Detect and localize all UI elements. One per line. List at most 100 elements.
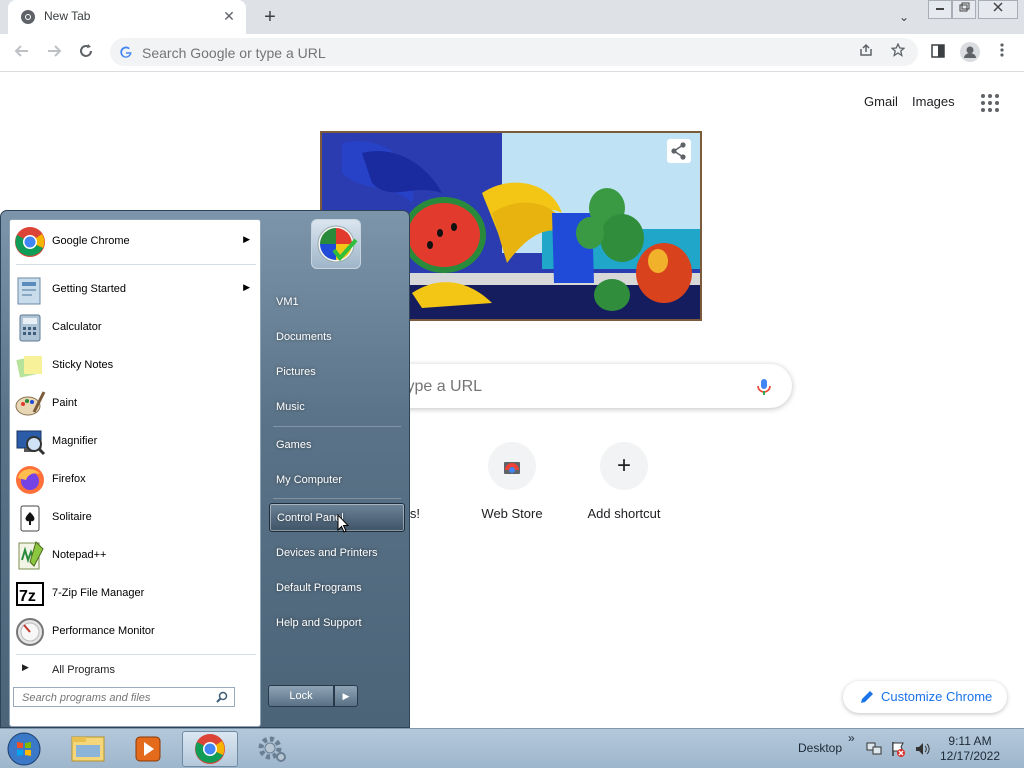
ntp-search-input[interactable]	[400, 376, 704, 398]
desktop-toolbar-label[interactable]: Desktop	[798, 741, 842, 755]
start-link-my-computer[interactable]: My Computer	[269, 467, 405, 493]
start-link-vm1[interactable]: VM1	[269, 289, 405, 315]
start-link-label: Control Panel	[277, 512, 344, 524]
reload-button[interactable]	[74, 41, 98, 65]
shutdown-options-arrow-icon[interactable]: ▶	[334, 685, 358, 707]
side-panel-button[interactable]	[926, 41, 950, 65]
taskbar-clock[interactable]: 9:11 AM 12/17/2022	[935, 734, 1005, 764]
customize-chrome-button[interactable]: Customize Chrome	[843, 681, 1007, 713]
program-label: Performance Monitor	[52, 625, 155, 637]
profile-button[interactable]	[958, 41, 982, 65]
program-firefox[interactable]: Firefox	[12, 462, 258, 498]
side-panel-icon	[931, 44, 945, 58]
program-label: Firefox	[52, 473, 86, 485]
program-performance-monitor[interactable]: Performance Monitor	[12, 614, 258, 650]
media-player-icon	[135, 736, 161, 762]
back-button[interactable]	[10, 41, 34, 65]
new-tab-button[interactable]: +	[258, 5, 282, 29]
start-menu-programs-pane: Google Chrome ▶ Getting Started ▶ Calcul…	[9, 219, 261, 727]
start-link-label: VM1	[276, 296, 299, 308]
network-icon[interactable]	[866, 741, 882, 757]
taskbar-settings[interactable]	[244, 731, 300, 767]
start-orb-icon[interactable]	[5, 731, 43, 767]
search-icon[interactable]	[216, 691, 228, 703]
share-page-icon	[860, 43, 872, 56]
user-picture-icon	[311, 219, 361, 269]
submenu-arrow-icon: ▶	[243, 282, 250, 292]
taskbar-explorer[interactable]	[60, 731, 116, 767]
toolbar-chevron-icon[interactable]: »	[848, 731, 855, 745]
start-search-input[interactable]	[20, 690, 214, 706]
web-store-bag-icon	[504, 462, 520, 474]
paint-icon	[15, 391, 46, 416]
taskbar-chrome[interactable]	[182, 731, 238, 767]
address-bar[interactable]	[110, 38, 918, 66]
shortcut-web-store[interactable]: Web Store	[456, 442, 568, 532]
reload-icon	[80, 44, 92, 57]
minimize-button[interactable]	[928, 0, 952, 19]
volume-icon[interactable]	[914, 741, 930, 757]
program-label: Solitaire	[52, 511, 92, 523]
shortcut-label: Add shortcut	[587, 506, 661, 521]
gmail-link[interactable]: Gmail	[864, 94, 898, 109]
program-label: 7-Zip File Manager	[52, 587, 145, 599]
chrome-menu-button[interactable]	[990, 41, 1014, 65]
shortcut-label: Web Store	[481, 506, 543, 521]
tab-close-icon[interactable]: ✕	[220, 7, 238, 25]
start-link-pictures[interactable]: Pictures	[269, 359, 405, 385]
start-link-label: Help and Support	[276, 617, 362, 629]
start-link-documents[interactable]: Documents	[269, 324, 405, 350]
tab-search-chevron-icon[interactable]: ⌄	[894, 7, 914, 27]
start-link-help-and-support[interactable]: Help and Support	[269, 610, 405, 636]
share-nodes-icon	[671, 142, 686, 160]
browser-toolbar	[0, 34, 1024, 72]
program-label: Notepad++	[52, 549, 107, 561]
program-sticky-notes[interactable]: Sticky Notes	[12, 348, 258, 384]
start-link-default-programs[interactable]: Default Programs	[269, 575, 405, 601]
share-icon[interactable]	[856, 42, 876, 62]
program-notepad-plus-plus[interactable]: Notepad++	[12, 538, 258, 574]
web-store-icon	[488, 442, 536, 490]
tab-new-tab[interactable]: New Tab ✕	[8, 0, 246, 34]
program-label: Getting Started	[52, 283, 126, 295]
forward-button[interactable]	[42, 41, 66, 65]
start-link-games[interactable]: Games	[269, 432, 405, 458]
solitaire-icon	[20, 505, 40, 532]
images-link[interactable]: Images	[912, 94, 955, 109]
google-apps-grid-icon[interactable]	[980, 93, 1000, 113]
omnibox-input[interactable]	[140, 42, 824, 64]
kebab-menu-icon	[1000, 43, 1004, 57]
start-link-label: Documents	[276, 331, 332, 343]
close-window-button[interactable]	[978, 0, 1018, 19]
shortcut-add[interactable]: + Add shortcut	[568, 442, 680, 532]
star-icon	[890, 42, 906, 57]
all-programs-button[interactable]: ▶ All Programs	[12, 660, 258, 680]
start-link-label: Pictures	[276, 366, 316, 378]
start-search-box[interactable]	[13, 687, 235, 707]
notepadpp-icon	[18, 541, 44, 570]
restore-button[interactable]	[952, 0, 976, 19]
all-programs-arrow-icon: ▶	[22, 662, 29, 672]
program-solitaire[interactable]: Solitaire	[12, 500, 258, 536]
microphone-icon[interactable]	[756, 378, 772, 396]
doodle-share-button[interactable]	[667, 139, 691, 163]
action-center-flag-icon[interactable]	[890, 741, 906, 757]
program-magnifier[interactable]: Magnifier	[12, 424, 258, 460]
program-getting-started[interactable]: Getting Started ▶	[12, 272, 258, 308]
lock-button[interactable]: Lock	[268, 685, 334, 707]
start-link-label: Music	[276, 401, 305, 413]
bookmark-star-icon[interactable]	[888, 42, 908, 62]
program-calculator[interactable]: Calculator	[12, 310, 258, 346]
program-paint[interactable]: Paint	[12, 386, 258, 422]
divider	[273, 498, 401, 499]
google-g-icon	[120, 46, 132, 58]
start-link-devices-and-printers[interactable]: Devices and Printers	[269, 540, 405, 566]
taskbar-media-player[interactable]	[120, 731, 176, 767]
restore-icon	[959, 2, 970, 12]
start-link-music[interactable]: Music	[269, 394, 405, 420]
performance-monitor-icon	[16, 618, 44, 646]
start-link-label: My Computer	[276, 474, 343, 486]
program-google-chrome[interactable]: Google Chrome ▶	[12, 224, 258, 260]
magnifier-icon	[16, 430, 46, 456]
program-7zip[interactable]: 7z 7-Zip File Manager	[12, 576, 258, 612]
